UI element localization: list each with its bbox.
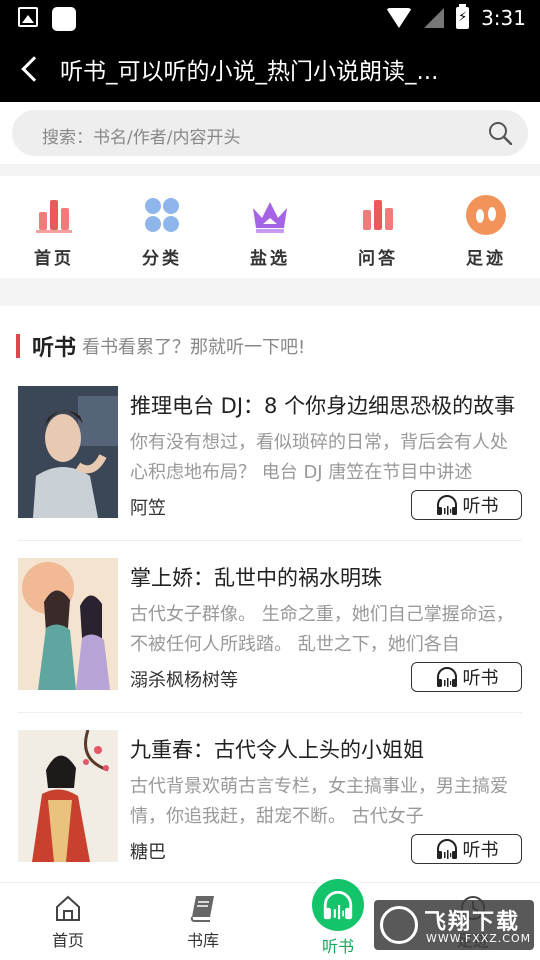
- tab-label: 书库: [186, 931, 219, 950]
- nav-selected[interactable]: 盐选: [216, 176, 324, 278]
- search-icon[interactable]: [488, 121, 512, 145]
- signal-icon: [424, 8, 445, 28]
- app-notification-icon: [52, 7, 76, 31]
- back-button[interactable]: [0, 36, 60, 102]
- search-placeholder: 搜索：书名/作者/内容开头: [42, 128, 241, 148]
- book-description: 你有没有想过，看似琐碎的日常，背后会有人处心积虑地布局？ 电台 DJ 唐笠在节目…: [130, 432, 508, 483]
- watermark-url: WWW.FXXZ.COM: [426, 932, 532, 945]
- book-title[interactable]: 掌上娇：乱世中的祸水明珠: [130, 562, 520, 592]
- status-bar: ⚡ 3:31: [0, 0, 540, 36]
- wifi-icon: [386, 8, 413, 28]
- book-author: 阿笠: [130, 498, 166, 519]
- listen-button[interactable]: 听书: [411, 662, 522, 692]
- book-author: 溺杀枫杨树等: [130, 670, 238, 691]
- nav-label: 盐选: [250, 249, 290, 269]
- book-author: 糖巴: [130, 842, 166, 863]
- nav-label: 首页: [34, 249, 74, 269]
- book-cover-image[interactable]: [18, 730, 118, 862]
- nav-label: 足迹: [466, 249, 506, 269]
- tab-library[interactable]: 书库: [153, 893, 253, 951]
- book-description: 古代背景欢萌古言专栏，女主搞事业，男主搞爱情，你追我赶，甜宠不断。 古代女子: [130, 776, 508, 827]
- headphones-icon: [436, 667, 457, 687]
- book-icon: [190, 896, 214, 922]
- section-subtitle: 看书看累了？那就听一下吧!: [82, 337, 306, 358]
- book-description: 古代女子群像。 生命之重，她们自己掌握命运，不被任何人所践踏。 乱世之下，她们各…: [130, 604, 514, 655]
- headphones-icon: [436, 495, 457, 515]
- status-time: 3:31: [481, 6, 526, 30]
- bar-chart-icon: [36, 200, 72, 233]
- book-item[interactable]: 掌上娇：乱世中的祸水明珠 古代女子群像。 生命之重，她们自己掌握命运，不被任何人…: [0, 558, 540, 730]
- listen-button-label: 听书: [462, 840, 499, 861]
- bar-chart-icon: [363, 200, 393, 230]
- tab-home[interactable]: 首页: [18, 893, 118, 951]
- page-title: 听书_可以听的小说_热门小说朗读_...: [60, 59, 439, 85]
- book-title[interactable]: 九重春：古代令人上头的小姐姐: [130, 734, 520, 764]
- book-cover-image[interactable]: [18, 386, 118, 518]
- section-title: 听书: [32, 336, 77, 361]
- listen-button[interactable]: 听书: [411, 834, 522, 864]
- listen-button-label: 听书: [462, 668, 499, 689]
- listen-button-label: 听书: [462, 496, 499, 517]
- crown-icon: [253, 202, 287, 233]
- book-cover-image[interactable]: [18, 558, 118, 690]
- nav-qa[interactable]: 问答: [324, 176, 432, 278]
- category-nav: 首页 分类 盐选 问答 足迹: [0, 176, 540, 278]
- nav-footprint[interactable]: 足迹: [432, 176, 540, 278]
- battery-icon: ⚡: [456, 4, 470, 29]
- headphones-icon: [436, 839, 457, 859]
- grid-dots-icon: [145, 198, 179, 232]
- tab-label: 首页: [51, 931, 84, 950]
- nav-category[interactable]: 分类: [108, 176, 216, 278]
- book-title[interactable]: 推理电台 DJ：8 个你身边细思恐极的故事: [130, 390, 520, 420]
- headphones-icon: [323, 890, 353, 920]
- tab-audiobook[interactable]: 听书: [288, 879, 388, 957]
- nav-home[interactable]: 首页: [0, 176, 108, 278]
- book-item[interactable]: 九重春：古代令人上头的小姐姐 古代背景欢萌古言专栏，女主搞事业，男主搞爱情，你追…: [0, 730, 540, 902]
- listen-button[interactable]: 听书: [411, 490, 522, 520]
- footprint-icon: [466, 195, 506, 235]
- search-input[interactable]: 搜索：书名/作者/内容开头: [12, 110, 528, 156]
- app-header: 听书_可以听的小说_热门小说朗读_...: [0, 36, 540, 102]
- tab-label: 听书: [321, 937, 354, 956]
- tab-active-circle: [312, 879, 364, 931]
- section-accent-bar: [16, 334, 20, 358]
- home-icon: [56, 895, 80, 921]
- nav-label: 分类: [142, 249, 182, 269]
- nav-label: 问答: [358, 249, 398, 269]
- watermark-icon: [380, 906, 418, 944]
- section-header: 听书 看书看累了？那就听一下吧!: [16, 330, 305, 362]
- book-item[interactable]: 推理电台 DJ：8 个你身边细思恐极的故事 你有没有想过，看似琐碎的日常，背后会…: [0, 386, 540, 558]
- image-notification-icon: [18, 7, 38, 27]
- watermark-logo: 飞翔下载 WWW.FXXZ.COM: [374, 900, 534, 950]
